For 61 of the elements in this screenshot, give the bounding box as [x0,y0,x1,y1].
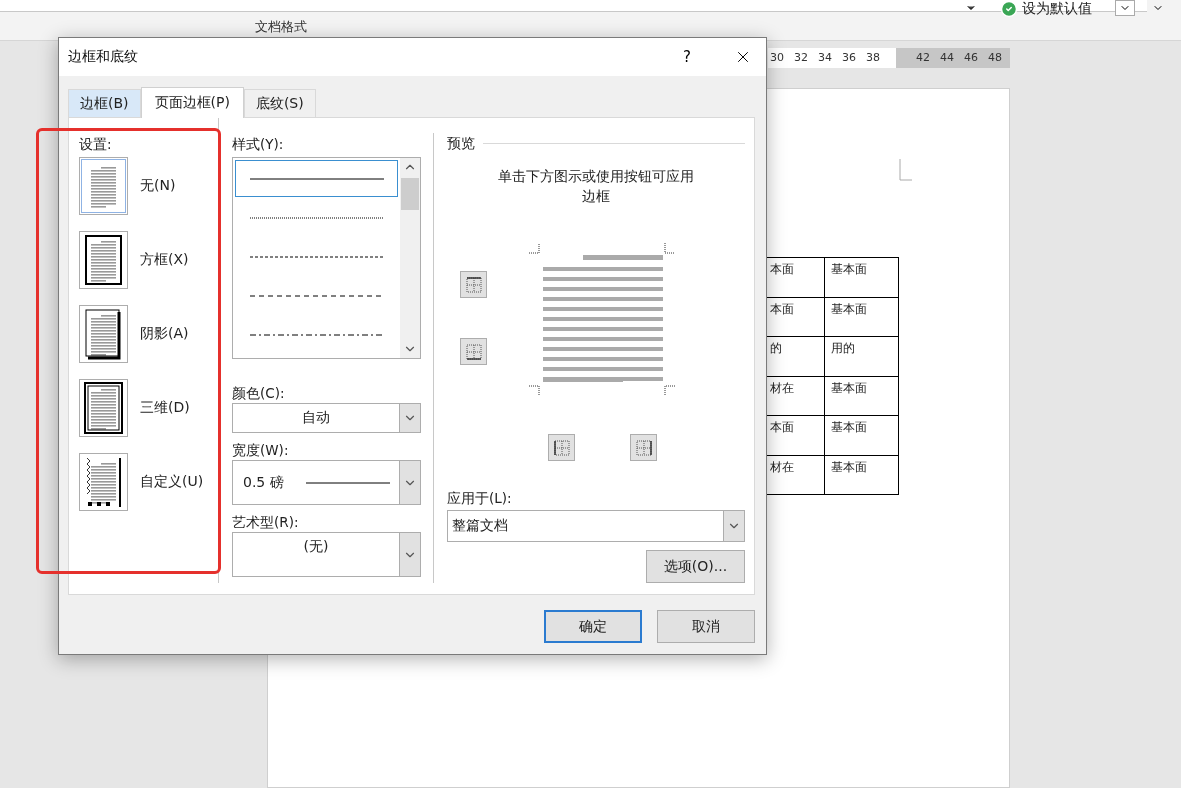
bottom-border-button[interactable] [460,338,487,365]
line-style-list[interactable] [232,157,421,359]
scrollbar[interactable] [400,158,420,358]
table-cell: 用的 [825,337,899,377]
setting-option-label[interactable]: 自定义(U) [140,473,204,491]
art-label: 艺术型(R): [232,513,300,532]
border-grid-icon [463,274,484,295]
table-cell: 基本面 [825,376,899,416]
gallery-more-button[interactable] [1115,0,1135,16]
setting-option-label[interactable]: 方框(X) [140,251,189,269]
preview-hint: 单击下方图示或使用按钮可应用边框 [497,167,695,206]
dialog-button[interactable]: 取消 [657,610,755,643]
setting-label: 设置: [79,135,113,154]
left-border-button[interactable] [548,434,575,461]
tab[interactable]: 底纹(S) [243,89,316,117]
line-style-option[interactable] [235,160,398,198]
width-dropdown[interactable]: 0.5 磅 [232,460,421,505]
page-border-setting-icon[interactable] [79,453,128,511]
table-cell: 基本面 [825,416,899,456]
page-border-setting-icon[interactable] [79,305,128,363]
ruler-number: 32 [794,51,808,65]
tab[interactable]: 边框(B) [68,89,141,117]
page-border-setting-icon[interactable] [79,379,128,437]
width-label: 宽度(W): [232,441,290,460]
border-grid-icon [551,437,572,458]
set-default-button[interactable]: 设为默认值 [1000,0,1092,18]
page-border-setting-icon[interactable] [79,231,128,289]
table-cell: 基本面 [825,258,899,298]
tab[interactable]: 页面边框(P) [140,87,244,118]
setting-option-label[interactable]: 无(N) [140,177,176,195]
dialog-button[interactable]: 确定 [544,610,642,643]
group-label: 文档格式 [255,18,307,36]
art-dropdown[interactable]: (无) [232,532,421,577]
dialog-title: 边框和底纹 [68,48,139,66]
ruler-number: 48 [988,51,1002,65]
right-border-button[interactable] [630,434,657,461]
scroll-thumb[interactable] [401,178,419,210]
apply-to-dropdown[interactable]: 整篇文档 [447,510,745,542]
options-button[interactable]: 选项(O)... [646,550,745,583]
apply-to-label: 应用于(L): [447,489,513,508]
ruler-number: 44 [940,51,954,65]
table-cell: 基本面 [825,455,899,495]
setting-option-label[interactable]: 阴影(A) [140,325,189,343]
border-grid-icon [463,341,484,362]
color-dropdown[interactable]: 自动 [232,403,421,433]
border-grid-icon [633,437,654,458]
help-button[interactable]: ? [662,48,712,66]
ruler-number: 42 [916,51,930,65]
top-border-button[interactable] [460,271,487,298]
setting-option-label[interactable]: 三维(D) [140,399,190,417]
margin-corner-mark [899,159,912,181]
table-cell: 基本面 [825,297,899,337]
color-label: 颜色(C): [232,384,286,403]
ruler-number: 36 [842,51,856,65]
ruler-number: 46 [964,51,978,65]
preview-label: 预览 [447,134,475,153]
ruler-number: 38 [866,51,880,65]
page-preview-drawing[interactable] [529,242,675,397]
ruler-number: 34 [818,51,832,65]
style-label: 样式(Y): [232,135,285,154]
ruler-number: 30 [770,51,784,65]
